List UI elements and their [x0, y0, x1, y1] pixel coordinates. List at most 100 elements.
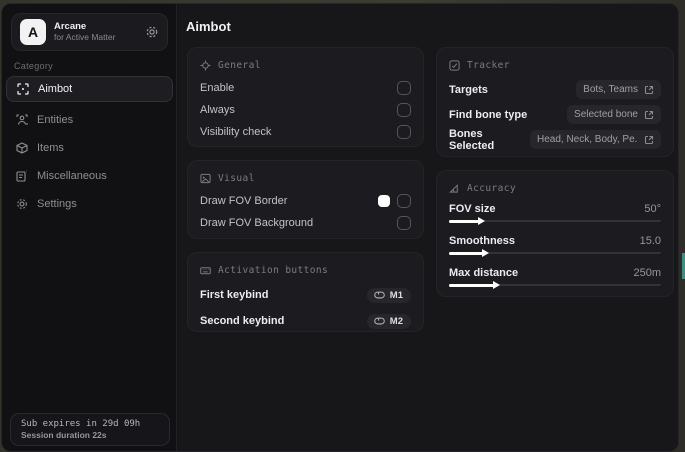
session-duration-text: Session duration 22s — [21, 430, 107, 440]
select-value: Bots, Teams — [583, 84, 638, 95]
section-title: Tracker — [467, 59, 510, 71]
select-value: Selected bone — [574, 109, 638, 120]
accuracy-header: Accuracy — [449, 180, 661, 196]
aimbot-crosshair-icon — [17, 83, 29, 95]
expand-icon — [644, 135, 654, 144]
section-title: General — [218, 59, 261, 71]
activation-header: Activation buttons — [200, 262, 411, 278]
setting-label: Find bone type — [449, 108, 528, 121]
smoothness-slider-group: Smoothness 15.0 — [449, 232, 661, 257]
section-title: Activation buttons — [218, 264, 329, 276]
settings-icon — [17, 199, 27, 209]
slider-fill — [449, 217, 485, 225]
general-header: General — [200, 57, 411, 73]
app-subtitle: for Active Matter — [54, 31, 116, 42]
sidebar: A Arcane for Active Matter Category Aimb… — [2, 4, 177, 451]
brand-card: A Arcane for Active Matter — [11, 13, 168, 51]
slider-value: 50° — [644, 202, 661, 215]
sidebar-item-label: Miscellaneous — [37, 170, 107, 182]
always-checkbox[interactable] — [397, 103, 411, 117]
draw-fov-background-checkbox[interactable] — [397, 216, 411, 230]
select-value: Head, Neck, Body, Pe.. — [537, 134, 638, 145]
bones-selected-select[interactable]: Head, Neck, Body, Pe.. — [530, 130, 661, 149]
crosshair-icon — [200, 59, 211, 71]
fov-size-slider-group: FOV size 50° — [449, 200, 661, 225]
sub-expires-text: Sub expires in 29d 09h — [21, 419, 141, 429]
setting-row-bones-selected: Bones Selected Head, Neck, Body, Pe.. — [449, 127, 661, 152]
accuracy-section: Accuracy FOV size 50° Smoothness 15.0 Ma… — [436, 170, 674, 297]
setting-label: Bones Selected — [449, 127, 495, 152]
visual-header: Visual — [200, 170, 411, 186]
slider-value: 15.0 — [639, 234, 661, 247]
first-keybind-button[interactable]: M1 — [366, 287, 411, 303]
page-title: Aimbot — [186, 19, 231, 34]
keyboard-icon — [200, 266, 211, 274]
app-title: Arcane — [54, 20, 87, 32]
setting-row-enable: Enable — [200, 77, 411, 99]
app-logo: A — [20, 19, 46, 45]
settings-gear-icon[interactable] — [145, 25, 159, 39]
angle-icon — [449, 183, 458, 193]
second-keybind-button[interactable]: M2 — [366, 313, 411, 329]
setting-label: FOV size — [449, 202, 496, 215]
sidebar-item-label: Items — [37, 142, 64, 154]
setting-label: First keybind — [200, 289, 269, 301]
miscellaneous-icon — [16, 170, 27, 182]
sidebar-item-label: Aimbot — [38, 83, 73, 95]
sidebar-item-miscellaneous[interactable]: Miscellaneous — [6, 164, 173, 188]
setting-label: Smoothness — [449, 234, 516, 247]
fov-border-color-swatch[interactable] — [378, 195, 390, 207]
targets-select[interactable]: Bots, Teams — [576, 80, 661, 99]
sidebar-item-label: Settings — [37, 198, 77, 210]
setting-label: Draw FOV Border — [200, 195, 288, 207]
section-title: Accuracy — [467, 182, 516, 194]
smoothness-slider[interactable] — [449, 249, 661, 257]
setting-row-visibility-check: Visibility check — [200, 121, 411, 143]
brand-text: Arcane for Active Matter — [54, 20, 137, 43]
max-distance-slider-group: Max distance 250m — [449, 264, 661, 289]
setting-row-first-keybind: First keybind M1 — [200, 282, 411, 308]
enable-checkbox[interactable] — [397, 81, 411, 95]
fov-size-slider[interactable] — [449, 217, 661, 225]
mouse-icon — [374, 317, 385, 325]
setting-row-draw-fov-background: Draw FOV Background — [200, 212, 411, 234]
visual-section: Visual Draw FOV Border Draw FOV Backgrou… — [187, 160, 424, 239]
sidebar-item-label: Entities — [37, 114, 74, 126]
max-distance-slider[interactable] — [449, 281, 661, 289]
draw-fov-border-checkbox[interactable] — [397, 194, 411, 208]
setting-label: Visibility check — [200, 126, 272, 138]
sidebar-item-aimbot[interactable]: Aimbot — [6, 76, 173, 102]
find-bone-type-select[interactable]: Selected bone — [567, 105, 661, 124]
sidebar-item-entities[interactable]: Entities — [6, 108, 173, 132]
subscription-info-card: Sub expires in 29d 09h Session duration … — [10, 413, 170, 446]
category-label: Category — [14, 61, 53, 71]
slider-fill — [449, 281, 499, 289]
main-content: Aimbot General Enable Always Visibility … — [178, 4, 678, 451]
setting-label: Max distance — [449, 266, 519, 279]
tracker-section: Tracker Targets Bots, Teams Find bone ty… — [436, 47, 674, 157]
section-title: Visual — [218, 172, 255, 184]
setting-label: Draw FOV Background — [200, 217, 314, 229]
visibility-check-checkbox[interactable] — [397, 125, 411, 139]
setting-label: Second keybind — [200, 315, 285, 327]
setting-row-draw-fov-border: Draw FOV Border — [200, 190, 411, 212]
general-section: General Enable Always Visibility check — [187, 47, 424, 147]
activation-buttons-section: Activation buttons First keybind M1 Seco… — [187, 252, 424, 332]
sidebar-item-settings[interactable]: Settings — [6, 192, 173, 216]
setting-row-targets: Targets Bots, Teams — [449, 77, 661, 102]
slider-fill — [449, 249, 489, 257]
setting-row-always: Always — [200, 99, 411, 121]
keybind-value: M2 — [389, 315, 403, 327]
expand-icon — [644, 85, 654, 94]
keybind-value: M1 — [389, 289, 403, 301]
setting-row-second-keybind: Second keybind M2 — [200, 308, 411, 334]
slider-value: 250m — [633, 266, 661, 279]
items-cube-icon — [16, 142, 28, 154]
arcane-menu-window: A Arcane for Active Matter Category Aimb… — [1, 3, 679, 452]
setting-label: Always — [200, 104, 235, 116]
tracker-icon — [449, 59, 460, 71]
sidebar-item-items[interactable]: Items — [6, 136, 173, 160]
setting-row-find-bone-type: Find bone type Selected bone — [449, 102, 661, 127]
image-icon — [200, 173, 211, 183]
mouse-icon — [374, 291, 385, 299]
